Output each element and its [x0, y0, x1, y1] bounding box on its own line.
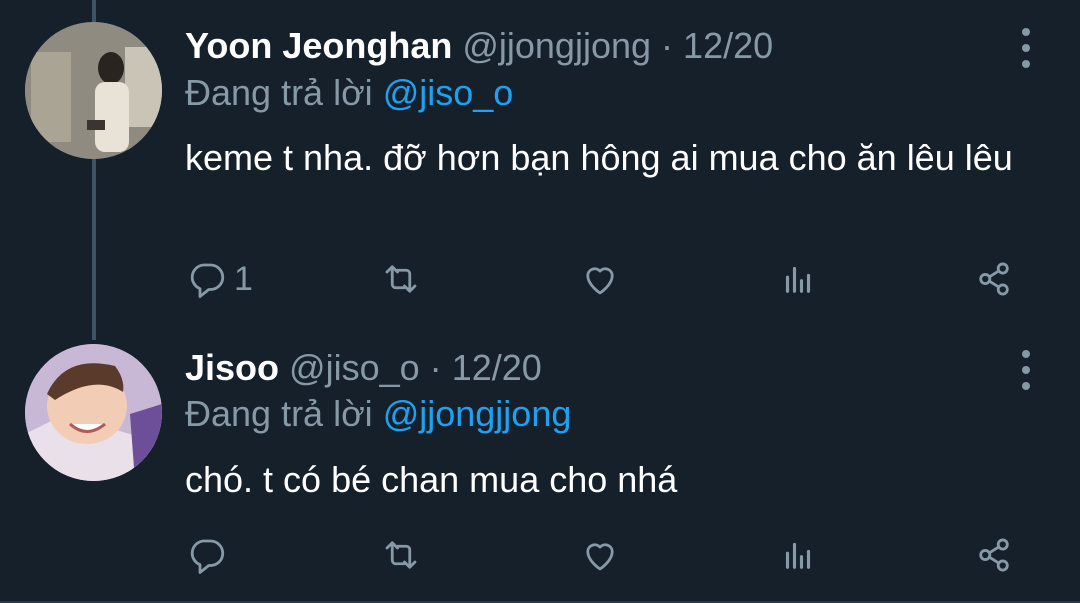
tweet[interactable]: Jisoo @jiso_o · 12/20 Đang trả lời @jjon…: [0, 340, 1080, 603]
analytics-button[interactable]: [777, 530, 819, 580]
tweet-text: chó. t có bé chan mua cho nhá: [185, 459, 678, 500]
reply-icon: [190, 263, 225, 298]
reply-icon: [190, 539, 225, 574]
reply-button[interactable]: 1: [186, 254, 253, 304]
tweet-actions: [0, 530, 1080, 580]
display-name[interactable]: Yoon Jeonghan: [185, 25, 452, 66]
tweet-actions: 1: [0, 254, 1080, 304]
avatar-photo: [25, 22, 162, 159]
tweet[interactable]: Yoon Jeonghan @jjongjjong · 12/20 Đang t…: [0, 0, 1080, 340]
tweet-header: Jisoo @jiso_o · 12/20: [185, 346, 990, 390]
reply-count: 1: [234, 259, 253, 298]
retweet-button[interactable]: [380, 254, 422, 304]
display-name[interactable]: Jisoo: [185, 347, 279, 388]
replying-to: Đang trả lời @jjongjjong: [185, 392, 571, 436]
share-button[interactable]: [973, 254, 1015, 304]
user-handle[interactable]: @jiso_o: [289, 347, 420, 388]
avatar[interactable]: [25, 344, 162, 481]
retweet-button[interactable]: [380, 530, 422, 580]
separator-dot: ·: [661, 25, 674, 66]
share-icon: [979, 262, 1009, 296]
replying-to-label: Đang trả lời: [185, 72, 373, 113]
tweet-text: keme t nha. đỡ hơn bạn hông ai mua cho ă…: [185, 137, 1013, 178]
stats-icon: [785, 542, 811, 569]
share-icon: [979, 538, 1009, 572]
retweet-icon: [385, 541, 417, 569]
avatar[interactable]: [25, 22, 162, 159]
analytics-button[interactable]: [777, 254, 819, 304]
reply-button[interactable]: [186, 530, 234, 580]
like-button[interactable]: [579, 254, 621, 304]
replying-to-mention[interactable]: @jiso_o: [383, 72, 514, 113]
like-button[interactable]: [579, 530, 621, 580]
like-icon: [586, 267, 614, 295]
tweet-header: Yoon Jeonghan @jjongjjong · 12/20: [185, 24, 990, 68]
replying-to-label: Đang trả lời: [185, 393, 373, 434]
user-handle[interactable]: @jjongjjong: [462, 25, 651, 66]
share-button[interactable]: [973, 530, 1015, 580]
replying-to: Đang trả lời @jiso_o: [185, 71, 513, 115]
replying-to-mention[interactable]: @jjongjjong: [383, 393, 572, 434]
retweet-icon: [385, 265, 417, 293]
more-icon[interactable]: [1014, 28, 1038, 68]
stats-icon: [785, 266, 811, 293]
tweet-date[interactable]: 12/20: [683, 25, 773, 66]
more-icon[interactable]: [1014, 350, 1038, 390]
separator-dot: ·: [429, 347, 442, 388]
tweet-date[interactable]: 12/20: [452, 347, 542, 388]
like-icon: [586, 543, 614, 571]
avatar-photo: [25, 344, 162, 481]
